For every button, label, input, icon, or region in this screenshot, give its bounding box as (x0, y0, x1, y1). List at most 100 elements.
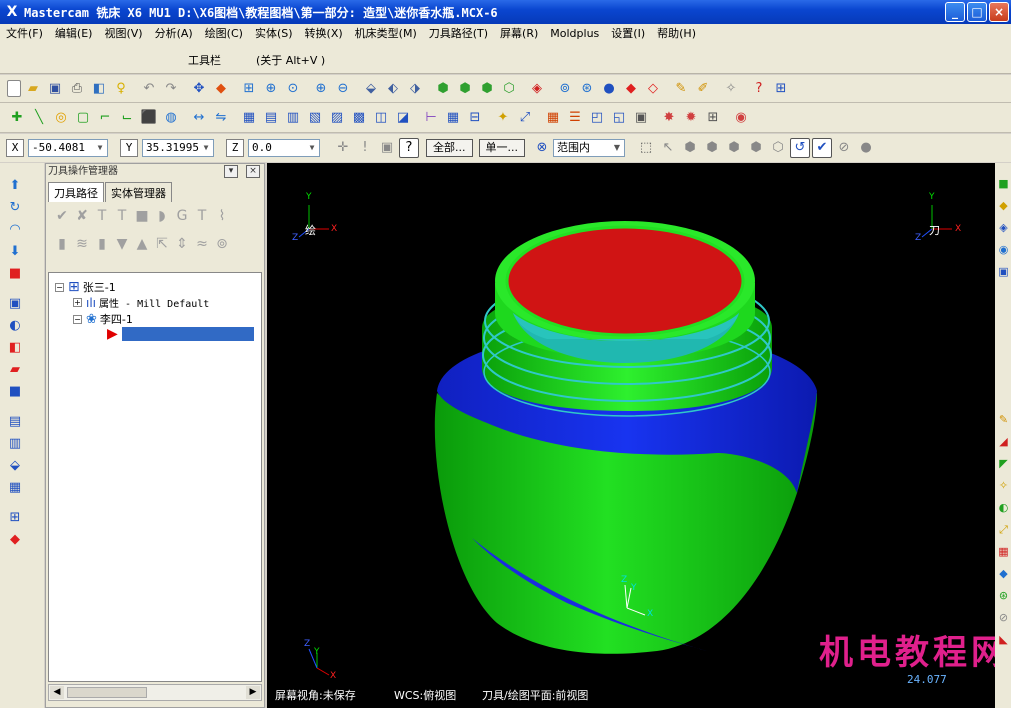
close-button[interactable]: × (989, 2, 1009, 22)
down-arrow-icon[interactable]: ⬇ (6, 243, 24, 261)
box-icon[interactable]: ▣ (631, 108, 651, 128)
extrude-icon[interactable]: ▤ (6, 413, 24, 431)
window-select-icon[interactable]: ⬚ (636, 138, 656, 158)
point-icon[interactable]: ✚ (7, 108, 27, 128)
menu-xform[interactable]: 转换(X) (299, 24, 349, 44)
xform-copy-icon[interactable]: ▤ (261, 108, 281, 128)
fast-point-icon[interactable]: ✛ (333, 138, 353, 158)
arc-icon[interactable]: ◠ (6, 221, 24, 239)
collapse-icon[interactable]: − (55, 282, 64, 292)
lamp-icon[interactable]: ⤢ (515, 108, 535, 128)
chamfer-icon[interactable]: ⌙ (117, 108, 137, 128)
wand-icon[interactable]: ✧ (721, 79, 741, 99)
right-icon-1[interactable]: ■ (997, 177, 1010, 191)
menu-view[interactable]: 视图(V) (98, 24, 148, 44)
solid-edge-icon[interactable]: ⬢ (702, 138, 722, 158)
solid-face-icon[interactable]: ⬢ (680, 138, 700, 158)
cube-grid-icon[interactable]: ⊞ (703, 108, 723, 128)
view-iso-icon[interactable]: ⬡ (499, 79, 519, 99)
select-all-button[interactable]: 全部... (426, 139, 473, 157)
right-icon-6[interactable]: ✎ (997, 413, 1010, 427)
view-front-icon[interactable]: ⬢ (455, 79, 475, 99)
circle-icon[interactable]: ◎ (51, 108, 71, 128)
wireframe-icon[interactable]: ⬖ (383, 79, 403, 99)
help-ops-icon[interactable]: ⊚ (212, 236, 232, 252)
end-select-icon[interactable]: ✔ (812, 138, 832, 158)
page-icon[interactable]: ◰ (587, 108, 607, 128)
menu-solids[interactable]: 实体(S) (249, 24, 299, 44)
fillet-solid-icon[interactable]: ◧ (6, 339, 24, 357)
light-icon[interactable]: ✦ (493, 108, 513, 128)
right-icon-15[interactable]: ⊘ (997, 611, 1010, 625)
menu-moldplus[interactable]: Moldplus (544, 24, 605, 44)
chamfer-solid-icon[interactable]: ▰ (6, 361, 24, 379)
xform-scale-icon[interactable]: ▧ (305, 108, 325, 128)
lock-icon[interactable]: ▮ (52, 236, 72, 252)
wave-icon[interactable]: ≋ (72, 236, 92, 252)
simulate-icon[interactable]: G (172, 208, 192, 224)
up-arrow-icon[interactable]: ⬆ (6, 177, 24, 195)
pencil-icon[interactable]: ✎ (671, 79, 691, 99)
right-icon-13[interactable]: ◆ (997, 567, 1010, 581)
menu-help[interactable]: 帮助(H) (651, 24, 702, 44)
right-icon-16[interactable]: ◣ (997, 633, 1010, 647)
zoom-out-icon[interactable]: ⊖ (333, 79, 353, 99)
panel-close-button[interactable]: × (246, 165, 260, 178)
tree-root-machine-group[interactable]: − ⊞ 张三-1 (55, 279, 116, 295)
chain-icon[interactable]: ↺ (790, 138, 810, 158)
right-icon-4[interactable]: ◉ (997, 243, 1010, 257)
tab-toolpaths[interactable]: 刀具路径 (48, 182, 104, 202)
fit-icon[interactable]: ⊞ (239, 79, 259, 99)
scroll-right-icon[interactable]: ▶ (246, 686, 260, 699)
menu-machine-type[interactable]: 机床类型(M) (349, 24, 423, 44)
layout-icon[interactable]: ⊞ (6, 509, 24, 527)
right-icon-5[interactable]: ▣ (997, 265, 1010, 279)
surface-icon[interactable]: ◍ (161, 108, 181, 128)
cube-red-icon[interactable]: ◆ (621, 79, 641, 99)
pencil-multi-icon[interactable]: ✐ (693, 79, 713, 99)
xform-array-icon[interactable]: ▩ (349, 108, 369, 128)
tree-properties[interactable]: + ılı 属性 - Mill Default (73, 295, 209, 310)
help-arrow-icon[interactable]: ? (749, 79, 769, 99)
x-coordinate-field[interactable]: -50.4081 ▼ (28, 139, 108, 157)
menu-create[interactable]: 绘图(C) (199, 24, 249, 44)
ball-icon[interactable]: ● (856, 138, 876, 158)
chevron-down-icon[interactable]: ▼ (94, 141, 106, 155)
shell-icon[interactable]: ■ (6, 383, 24, 401)
backplot-icon[interactable]: ■ (132, 208, 152, 224)
table-icon[interactable]: ▦ (543, 108, 563, 128)
exclaim-icon[interactable]: ! (355, 138, 375, 158)
rectangle-icon[interactable]: ▢ (73, 108, 93, 128)
break-icon[interactable]: ▦ (443, 108, 463, 128)
highfeed-icon[interactable]: ⌇ (212, 208, 232, 224)
zoom-window-icon[interactable]: ⊕ (261, 79, 281, 99)
graphics-viewport[interactable]: Y X Z 绘 Y X Z 刀 Z Y X Z Y X 机电教程网 24.077… (267, 163, 995, 708)
scroll-thumb[interactable] (67, 687, 147, 698)
revolve-icon[interactable]: ▥ (6, 435, 24, 453)
right-icon-2[interactable]: ◆ (997, 199, 1010, 213)
wave2-icon[interactable]: ≈ (192, 236, 212, 252)
sweep-icon[interactable]: ⬙ (6, 457, 24, 475)
cylinder-icon[interactable]: ⬛ (139, 108, 159, 128)
tab-solids-manager[interactable]: 实体管理器 (105, 182, 172, 202)
shaded-icon[interactable]: ⬗ (405, 79, 425, 99)
z-coordinate-field[interactable]: 0.0 ▼ (248, 139, 320, 157)
maximize-button[interactable]: □ (967, 2, 987, 22)
clear-select-icon[interactable]: ⊘ (834, 138, 854, 158)
menu-edit[interactable]: 编辑(E) (49, 24, 99, 44)
right-icon-7[interactable]: ◢ (997, 435, 1010, 449)
xform-stretch-icon[interactable]: ◪ (393, 108, 413, 128)
menu-file[interactable]: 文件(F) (0, 24, 49, 44)
rotate-icon[interactable]: ↻ (6, 199, 24, 217)
menu-toolpaths[interactable]: 刀具路径(T) (423, 24, 494, 44)
right-icon-9[interactable]: ✧ (997, 479, 1010, 493)
mirror-icon[interactable]: ⇋ (211, 108, 231, 128)
scroll-icon[interactable]: ⇕ (172, 236, 192, 252)
join-icon[interactable]: ⊟ (465, 108, 485, 128)
right-icon-14[interactable]: ⊛ (997, 589, 1010, 603)
panel-menu-button[interactable]: ▾ (224, 165, 238, 178)
insert-arrow-icon[interactable]: ⇱ (152, 236, 172, 252)
xform-rotate-icon[interactable]: ▥ (283, 108, 303, 128)
toggle-post-icon[interactable]: ▮ (92, 236, 112, 252)
chevron-down-icon[interactable]: ▼ (611, 141, 623, 155)
